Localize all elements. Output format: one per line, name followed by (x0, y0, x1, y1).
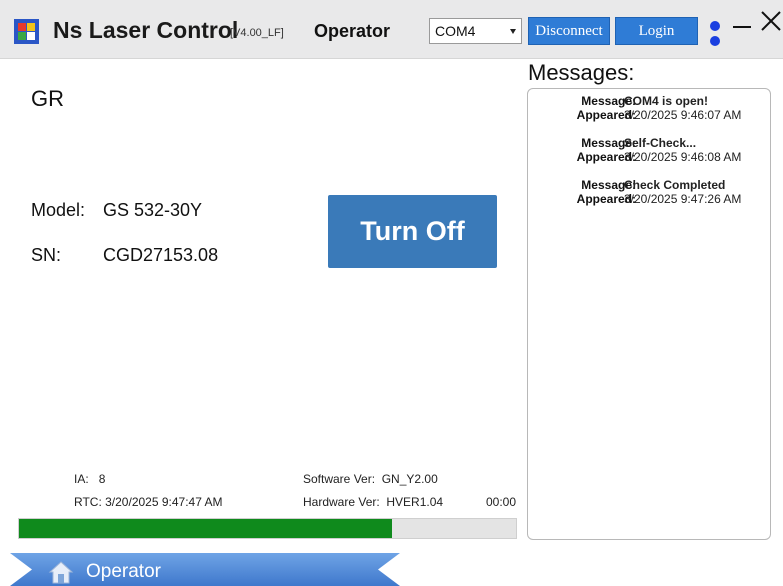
sn-value: CGD27153.08 (103, 245, 219, 265)
timer-value: 00:00 (486, 495, 517, 509)
message-text: COM4 is open! (624, 94, 709, 108)
message-item: Message: Check Completed Appeared: 3/20/20… (528, 178, 770, 206)
home-icon (48, 561, 74, 584)
status-dot (710, 21, 720, 31)
current-role-label: Operator (314, 21, 391, 41)
software-label: Software Ver: (303, 472, 376, 486)
software-value: GN_Y2.00 (381, 472, 438, 486)
title-bar: Ns Laser Control [V4.00_LF] Operator COM… (0, 0, 783, 59)
sn-label: SN: (31, 245, 62, 265)
progress-bar (18, 518, 517, 539)
progress-fill (19, 519, 392, 538)
operator-nav-label: Operator (86, 561, 161, 582)
ia-value: 8 (98, 472, 106, 486)
ia-info: IA: 8 (74, 472, 105, 486)
status-dot (710, 36, 720, 46)
sn-row: SN: CGD27153.08 (31, 245, 218, 266)
hardware-label: Hardware Ver: (303, 495, 380, 509)
message-time: 3/20/2025 9:46:08 AM (624, 150, 742, 164)
close-icon[interactable] (760, 10, 782, 32)
message-item: Message: COM4 is open! Appeared: 3/20/2025… (528, 94, 770, 122)
disconnect-button[interactable]: Disconnect (528, 17, 610, 45)
messages-title: Messages: (528, 60, 635, 85)
message-time: 3/20/2025 9:46:07 AM (624, 108, 742, 122)
status-indicator-icon (708, 18, 722, 48)
login-button[interactable]: Login (615, 17, 698, 45)
hardware-value: HVER1.04 (386, 495, 444, 509)
chevron-down-icon (510, 29, 516, 34)
turn-off-button[interactable]: Turn Off (328, 195, 497, 268)
model-row: Model: GS 532-30Y (31, 200, 202, 221)
com-port-select[interactable]: COM4 (429, 18, 522, 44)
com-port-value: COM4 (435, 23, 476, 39)
hardware-version-info: Hardware Ver: HVER1.04 (303, 495, 443, 509)
rtc-label: RTC: (74, 495, 102, 509)
message-time: 3/20/2025 9:47:26 AM (624, 192, 742, 206)
ia-label: IA: (74, 472, 89, 486)
model-name: GR (31, 86, 64, 111)
model-value: GS 532-30Y (103, 200, 203, 220)
app-version: [V4.00_LF] (230, 27, 284, 39)
app-logo-icon (14, 19, 39, 44)
minimize-icon[interactable] (733, 20, 751, 34)
model-label: Model: (31, 200, 86, 220)
message-text: Check Completed (624, 178, 726, 192)
app-title: Ns Laser Control (53, 17, 239, 43)
messages-panel[interactable]: Message: COM4 is open! Appeared: 3/20/2025… (527, 88, 771, 540)
rtc-info: RTC: 3/20/2025 9:47:47 AM (74, 495, 223, 509)
rtc-value: 3/20/2025 9:47:47 AM (105, 495, 223, 509)
message-item: Message: Self-Check... Appeared: 3/20/2025… (528, 136, 770, 164)
message-text: Self-Check... (624, 136, 697, 150)
software-version-info: Software Ver: GN_Y2.00 (303, 472, 438, 486)
